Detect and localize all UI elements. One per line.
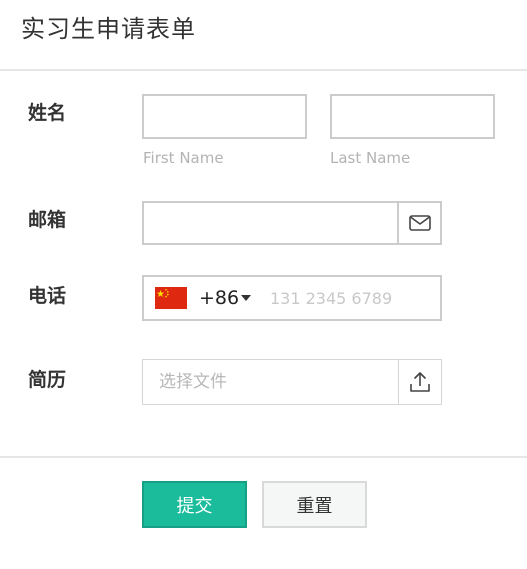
email-addon: [398, 201, 442, 245]
first-name-caption: First Name: [143, 149, 224, 167]
phone-input[interactable]: [260, 277, 438, 319]
country-code: +86: [199, 287, 240, 309]
upload-button[interactable]: [398, 359, 442, 405]
china-flag-icon: [155, 287, 187, 309]
upload-icon: [410, 372, 430, 392]
resume-label: 简历: [28, 369, 67, 391]
chevron-down-icon: [241, 295, 251, 301]
email-input[interactable]: [142, 201, 399, 245]
submit-button[interactable]: 提交: [142, 481, 247, 528]
footer-divider: [0, 456, 527, 458]
envelope-icon: [408, 215, 431, 231]
first-name-input[interactable]: [142, 94, 307, 139]
phone-label: 电话: [28, 285, 67, 307]
email-label: 邮箱: [28, 209, 67, 231]
header-divider: [0, 69, 527, 71]
reset-button[interactable]: 重置: [262, 481, 367, 528]
name-label: 姓名: [28, 102, 67, 124]
last-name-input[interactable]: [330, 94, 495, 139]
file-select-field[interactable]: 选择文件: [142, 359, 399, 405]
phone-group: +86: [142, 275, 442, 321]
form-title: 实习生申请表单: [21, 15, 196, 43]
country-selector[interactable]: +86: [144, 277, 258, 319]
last-name-caption: Last Name: [330, 149, 411, 167]
